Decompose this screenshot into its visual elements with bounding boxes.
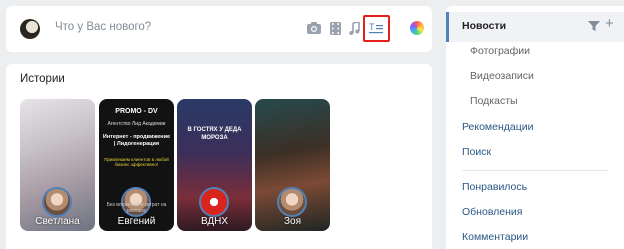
story-card[interactable]: Зоя [255,99,330,231]
story-footer-text: Без вложений и затрат на рекламу [106,202,167,214]
story-card[interactable]: PROMO - DV Агентство Лид Академии Интерн… [99,99,174,231]
nav-item-videos[interactable]: Видеозаписи [470,70,534,82]
story-subtitle: Агентство Лид Академии [107,121,166,127]
story-card[interactable]: Светлана [20,99,95,231]
story-card[interactable]: В ГОСТЯХ У ДЕДА МОРОЗА ВДНХ [177,99,252,231]
music-icon[interactable] [346,19,362,37]
avatar [277,187,307,217]
post-composer: Что у Вас нового? T [6,6,432,52]
stories-title: Истории [20,73,65,85]
camera-icon[interactable] [304,19,324,37]
nav-item-recommendations[interactable]: Рекомендации [462,121,534,133]
post-input[interactable]: Что у Вас нового? [55,21,151,33]
story-text: В ГОСТЯХ У ДЕДА МОРОЗА [187,127,242,141]
story-author: Евгений [117,216,156,227]
nav-item-search[interactable]: Поиск [462,146,491,158]
avatar [42,187,72,217]
nav-item-comments[interactable]: Комментарии [462,231,528,243]
active-item-indicator [446,12,449,42]
filter-icon[interactable] [588,19,600,31]
article-icon[interactable]: T [363,15,390,42]
nav-item-updates[interactable]: Обновления [462,206,522,218]
stories-block: Истории Светлана PROMO - DV Агентство Ли… [6,64,432,249]
news-nav: Новости + Фотографии Видеозаписи Подкаст… [446,6,624,249]
nav-item-news[interactable]: Новости [462,20,506,32]
story-author: Зоя [283,216,302,227]
story-author: Светлана [35,216,80,227]
nav-divider [462,170,608,171]
video-icon[interactable] [326,19,344,37]
svg-text:T: T [369,22,375,32]
avatar[interactable] [20,19,40,39]
avatar [199,187,229,217]
story-author: ВДНХ [200,216,229,227]
color-picker-icon[interactable] [408,19,426,37]
nav-item-photos[interactable]: Фотографии [470,45,530,57]
story-highlight-text: Привлекаем клиентов в любой бизнес эффек… [104,157,169,167]
story-text: Интернет - продвижение | Лидогенерация [102,134,171,147]
nav-item-liked[interactable]: Понравилось [462,181,527,193]
add-icon[interactable]: + [605,16,614,31]
nav-item-podcasts[interactable]: Подкасты [470,95,518,107]
story-title: PROMO - DV [115,108,158,115]
